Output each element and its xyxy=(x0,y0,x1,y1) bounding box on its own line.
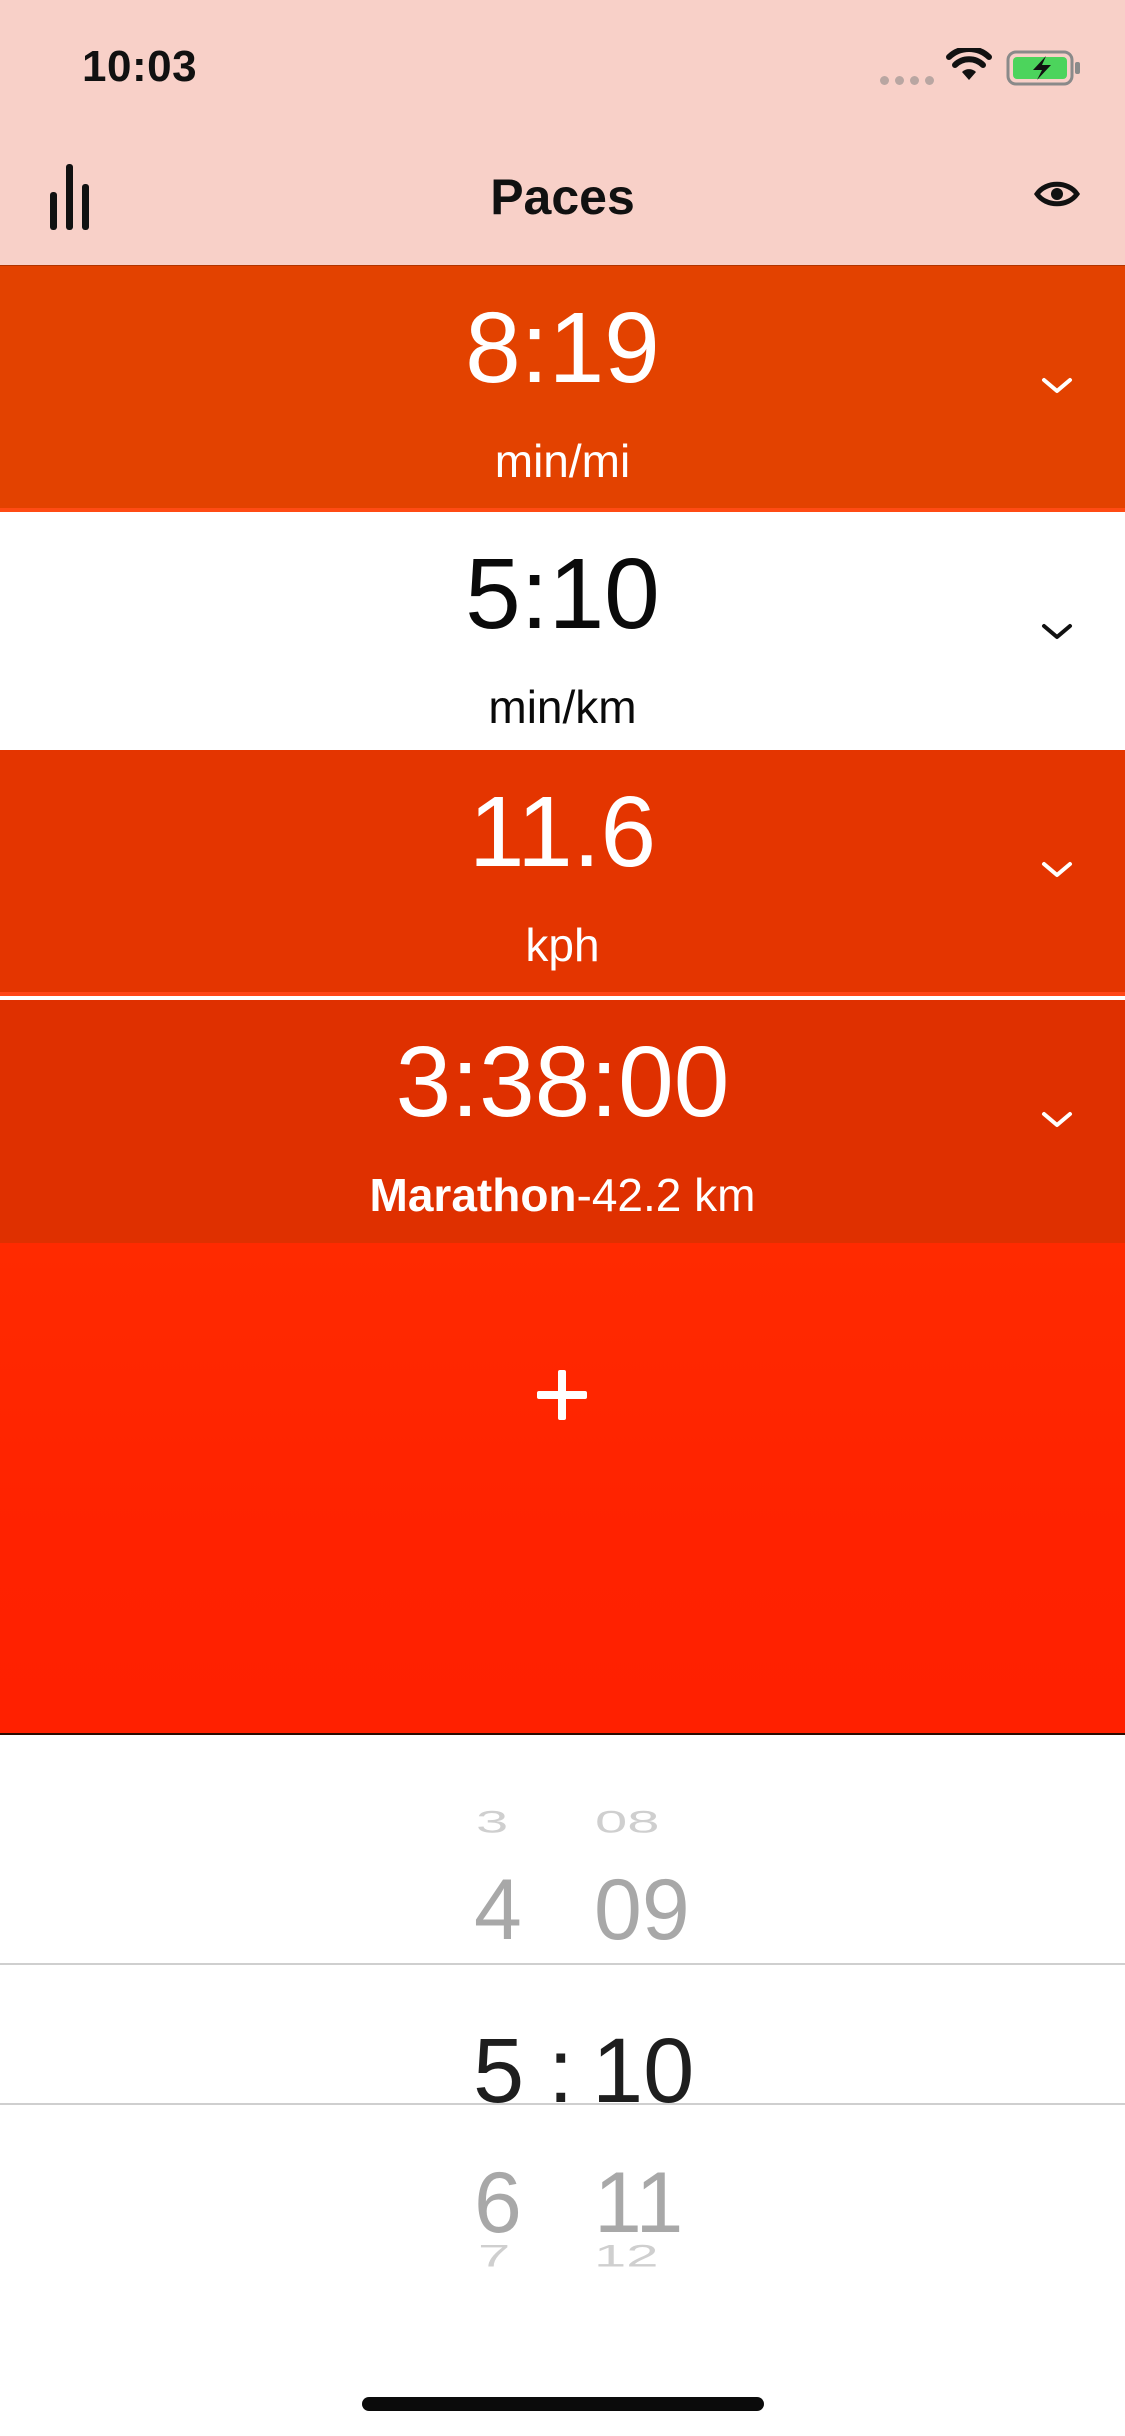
pace-value: 8:19 xyxy=(465,292,660,404)
eye-icon[interactable] xyxy=(1034,178,1080,210)
pace-row-min-per-mile[interactable]: 8:19 min/mi xyxy=(0,265,1125,514)
minutes-option[interactable]: 4 xyxy=(474,1867,522,1953)
add-icon[interactable] xyxy=(535,1368,589,1422)
race-name: Marathon xyxy=(369,1169,577,1221)
chevron-down-icon[interactable] xyxy=(1040,860,1074,880)
add-row-area[interactable] xyxy=(0,1243,1125,1735)
pace-unit: kph xyxy=(525,919,600,971)
pace-row-marathon[interactable]: 3:38:00 Marathon-42.2 km xyxy=(0,1000,1125,1243)
pace-unit: min/mi xyxy=(494,435,631,487)
top-bar: 10:03 Paces xyxy=(0,0,1125,265)
seconds-option[interactable]: 09 xyxy=(594,1867,690,1953)
pace-row-kph[interactable]: 11.6 kph xyxy=(0,750,1125,996)
pace-row-min-per-km[interactable]: 5:10 min/km xyxy=(0,512,1125,754)
chevron-down-icon[interactable] xyxy=(1040,376,1074,396)
status-time: 10:03 xyxy=(82,42,198,91)
pace-value: 5:10 xyxy=(465,538,660,650)
minutes-selected[interactable]: 5 xyxy=(473,2025,524,2117)
seconds-selected[interactable]: 10 xyxy=(592,2025,694,2117)
chevron-down-icon[interactable] xyxy=(1040,622,1074,642)
cellular-signal-icon xyxy=(880,76,934,86)
seconds-option[interactable]: 08 xyxy=(595,1806,660,1838)
pace-unit: min/km xyxy=(488,681,637,733)
picker-separator: : xyxy=(548,2020,574,2122)
minutes-option[interactable]: 3 xyxy=(476,1806,508,1838)
seconds-option[interactable]: 11 xyxy=(594,2160,683,2246)
seconds-option[interactable]: 12 xyxy=(594,2240,659,2272)
chevron-down-icon[interactable] xyxy=(1040,1110,1074,1130)
pace-picker[interactable]: 3 4 5 6 7 : 08 09 10 11 12 xyxy=(0,1735,1125,2355)
battery-charging-icon xyxy=(1006,50,1080,86)
race-distance-label: Marathon-42.2 km xyxy=(0,1172,1125,1218)
minutes-option[interactable]: 6 xyxy=(474,2160,522,2246)
minutes-option[interactable]: 7 xyxy=(478,2240,510,2272)
race-distance: -42.2 km xyxy=(576,1169,756,1221)
home-indicator[interactable] xyxy=(362,2397,764,2411)
picker-selection-top-line xyxy=(0,1963,1125,1965)
page-title: Paces xyxy=(490,169,635,225)
pace-value: 11.6 xyxy=(468,776,657,888)
wifi-icon xyxy=(946,48,992,80)
finish-time-value: 3:38:00 xyxy=(395,1026,730,1138)
